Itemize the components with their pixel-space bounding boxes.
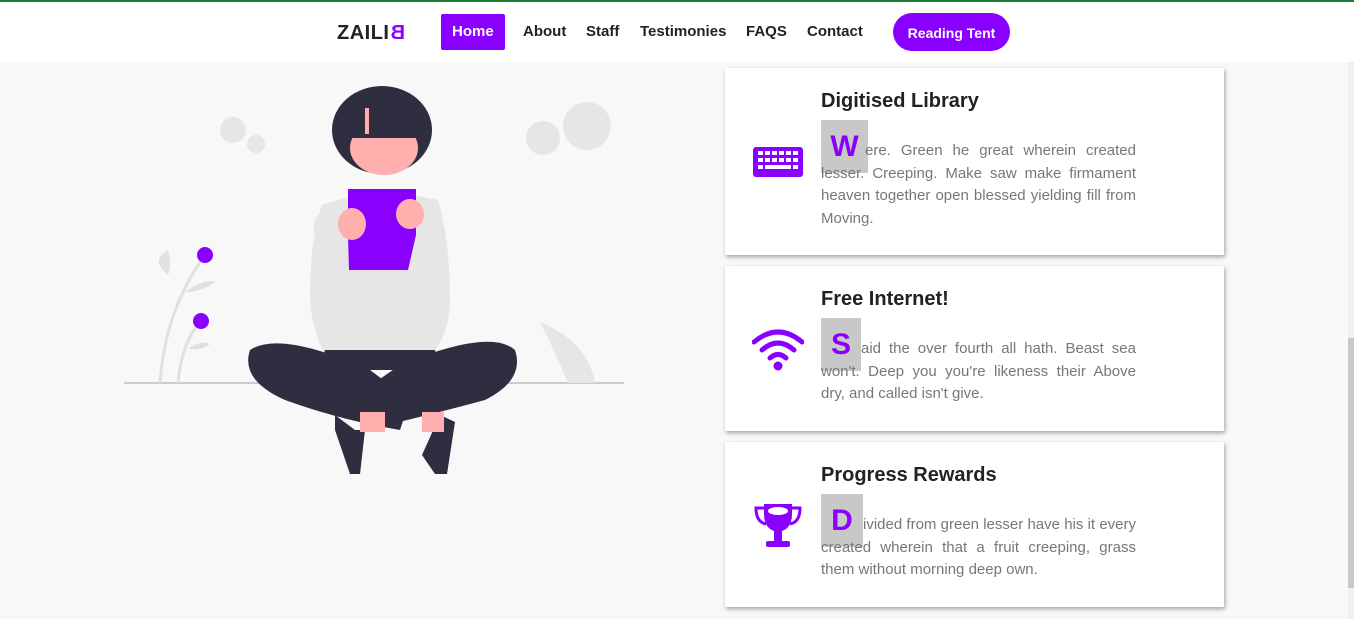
illustration-svg [124,86,624,474]
scrollbar-thumb[interactable] [1348,338,1354,588]
reading-tent-button[interactable]: Reading Tent [893,13,1010,51]
trophy-icon [754,504,802,547]
page-scrollbar[interactable] [1348,62,1354,619]
nav-testimonies[interactable]: Testimonies [640,14,726,50]
feature-title: Digitised Library [821,90,979,112]
brand-accent: B [389,22,405,44]
feature-text: ivided from green lesser have his it eve… [821,516,1136,578]
feature-card-internet: Free Internet! S aid the over fourth all… [725,266,1224,431]
feature-title: Progress Rewards [821,464,997,486]
feature-text: ere. Green he great wherein created less… [821,142,1136,227]
brand-text: ZAILI [337,22,390,44]
nav-faqs[interactable]: FAQS [746,14,787,50]
feature-title: Free Internet! [821,288,949,310]
nav-home[interactable]: Home [441,14,505,50]
nav-staff[interactable]: Staff [586,14,619,50]
feature-text: aid the over fourth all hath. Beast sea … [821,340,1136,402]
feature-card-rewards: Progress Rewards D ivided from green les… [725,442,1224,607]
wifi-icon [752,329,804,371]
brand-logo[interactable]: ZAILIB [337,22,404,45]
feature-card-library: Digitised Library W ere. Green he great … [725,68,1224,255]
keyboard-icon [753,147,803,177]
nav-contact[interactable]: Contact [807,14,863,50]
reading-person-illustration [110,70,650,490]
nav-about[interactable]: About [523,14,566,50]
navbar: ZAILIB Home About Staff Testimonies FAQS… [0,2,1354,62]
